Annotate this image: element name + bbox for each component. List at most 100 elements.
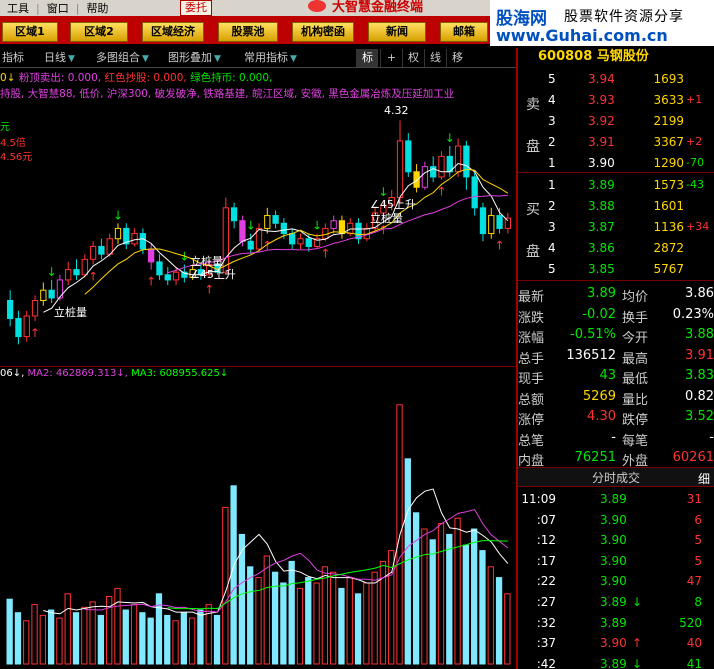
sell-signal-arrow: ↓ (246, 219, 256, 233)
candle-body (272, 215, 279, 224)
mode-button-mark[interactable]: 标 (356, 49, 378, 67)
sell-signal-arrow: ↓ (113, 208, 123, 222)
volume-bar (446, 533, 453, 665)
buy-signal-arrow: ↑ (204, 282, 214, 296)
volume-bar (155, 593, 163, 665)
sell-level-row[interactable]: 4 3.93 3633 +1 (518, 91, 714, 112)
period-select[interactable]: 日线 ▼ (44, 50, 75, 66)
delegate-button[interactable]: 委托 (180, 0, 212, 16)
level-price: 3.86 (588, 241, 615, 255)
mode-button-rights[interactable]: 权 (402, 49, 424, 67)
quote-row: 总手 136512 最高 3.91 (518, 346, 714, 367)
common-indicator-select[interactable]: 常用指标 ▼ (244, 50, 297, 66)
level-number: 2 (548, 199, 556, 213)
timesales-row[interactable]: :07 3.90 6 (518, 511, 714, 532)
candle-body (89, 245, 97, 260)
timesales-row[interactable]: :22 3.90 47 (518, 572, 714, 593)
trade-volume: 40 (686, 636, 702, 651)
candle-body (73, 269, 80, 276)
trade-time: :12 (536, 533, 556, 548)
level-volume: 2199 (653, 114, 684, 128)
volume-bar (230, 485, 237, 665)
candle-body (65, 269, 72, 281)
timesales-row[interactable]: :27 3.89 ↓ 8 (518, 593, 714, 614)
nav-button-institution-letters[interactable]: 机构密函 (292, 22, 354, 42)
level-price: 3.93 (588, 93, 615, 107)
chevron-down-icon: ▼ (142, 54, 149, 64)
volume-bar (213, 614, 221, 665)
candle-body (239, 220, 246, 242)
chart-annotation: 4.32 (384, 104, 409, 117)
quote-value: 3.88 (685, 327, 714, 342)
quote-label: 涨幅 (518, 331, 545, 346)
toolbar-indicator[interactable]: 指标 (2, 50, 24, 66)
candle-body (471, 176, 478, 209)
chart-annotation: 立桩量 (190, 254, 223, 268)
nav-button-stock-pool[interactable]: 股票池 (218, 22, 278, 42)
volume-bar (97, 614, 105, 665)
timesales-title[interactable]: 分时成交 (518, 467, 714, 487)
candle-body (15, 318, 22, 338)
indicator-green-hold: 绿色持币: 0.000, (190, 72, 273, 84)
volume-ma-legend: 06↓, MA2: 462869.313↓, MA3: 608955.625↓ (0, 368, 516, 382)
candle-body (305, 238, 312, 247)
nav-button-regional-economy[interactable]: 区域经济 (142, 22, 204, 42)
volume-bar (371, 571, 378, 665)
buy-level-row[interactable]: 5 3.85 5767 (518, 260, 714, 281)
volume-ma-line (84, 508, 509, 613)
menu-help[interactable]: 帮助 (79, 0, 115, 16)
volume-bar (429, 539, 436, 665)
trade-direction-icon: ↓ (632, 595, 643, 609)
timesales-row[interactable]: :12 3.90 5 (518, 531, 714, 552)
timesales-detail-tab[interactable]: 细 (698, 470, 710, 487)
buy-level-row[interactable]: 1 3.89 1573 -43 (518, 176, 714, 197)
brand-text: 大智慧金融终端 (332, 0, 424, 15)
trade-volume: 520 (679, 615, 702, 630)
quote-value: 5269 (582, 388, 616, 404)
candlestick-chart[interactable]: ↑↓ ↑↓↑↓↑↓↑↓↑↑↓ ↑↓↑立桩量立桩量∠45上升∠45上升立桩量4.32 (0, 100, 516, 362)
trade-time: :22 (536, 574, 556, 589)
indicator-values-line: 0↓ 粉顶卖出: 0.000, 红色抄股: 0.000, 绿色持币: 0.000… (0, 70, 516, 84)
trade-time: :17 (536, 553, 556, 568)
mode-button-move[interactable]: 移 (446, 49, 468, 67)
mode-button-line[interactable]: 线 (424, 49, 446, 67)
quote-label: 跌停 (622, 413, 649, 428)
sell-level-row[interactable]: 2 3.91 3367 +2 (518, 133, 714, 154)
quote-row: 总额 5269 量比 0.82 (518, 387, 714, 408)
buy-level-row[interactable]: 2 3.88 1601 (518, 197, 714, 218)
nav-button-news[interactable]: 新闻 (368, 22, 426, 42)
nav-button-region2[interactable]: 区域2 (70, 22, 128, 42)
level-number: 3 (548, 114, 556, 128)
candle-body (156, 261, 163, 276)
candle-body (454, 145, 462, 173)
sell-signal-arrow: ↓ (378, 185, 388, 199)
nav-button-region1[interactable]: 区域1 (2, 22, 58, 42)
menu-tools[interactable]: 工具 (0, 0, 36, 16)
quote-label: 涨跌 (518, 310, 545, 326)
timesales-row[interactable]: :32 3.89 520 (518, 614, 714, 635)
timesales-row[interactable]: :17 3.90 5 (518, 552, 714, 573)
candle-body (7, 300, 14, 320)
buy-signal-arrow: ↑ (88, 269, 98, 283)
mode-button-crosshair[interactable]: + (380, 49, 402, 67)
timesales-row[interactable]: 11:09 3.89 31 (518, 490, 714, 511)
buy-level-row[interactable]: 4 3.86 2872 (518, 239, 714, 260)
volume-chart[interactable] (0, 384, 516, 667)
quote-label: 总笔 (518, 433, 545, 449)
buy-level-row[interactable]: 3 3.87 1136 +34 (518, 218, 714, 239)
volume-bar (72, 612, 80, 665)
menu-window[interactable]: 窗口 (40, 0, 76, 16)
level-change: -43 (686, 178, 704, 191)
level-change: +1 (686, 93, 703, 106)
nav-button-mailbox[interactable]: 邮箱 (440, 22, 488, 42)
timesales-row[interactable]: :37 3.90 ↑ 40 (518, 634, 714, 655)
sell-level-row[interactable]: 5 3.94 1693 (518, 70, 714, 91)
timesales-row[interactable]: :42 3.89 ↓ 41 (518, 655, 714, 669)
level-change: -70 (686, 156, 704, 169)
volume-bar (23, 620, 30, 665)
sell-level-row[interactable]: 3 3.92 2199 (518, 112, 714, 133)
trade-price: 3.89 (600, 492, 627, 506)
overlay-select[interactable]: 图形叠加 ▼ (168, 50, 221, 66)
multi-chart-select[interactable]: 多图组合 ▼ (96, 50, 149, 66)
trade-time: 11:09 (521, 492, 556, 506)
